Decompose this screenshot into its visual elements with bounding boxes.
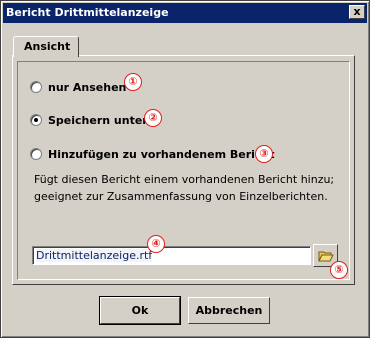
- option-hinzufuegen[interactable]: Hinzufügen zu vorhandenem Bericht: [30, 145, 275, 163]
- option-speichern-unter[interactable]: Speichern unter: [30, 111, 148, 129]
- marker-3: ③: [255, 145, 273, 163]
- title-bar[interactable]: Bericht Drittmittelanzeige x: [3, 3, 367, 23]
- option-label: Speichern unter: [48, 113, 148, 127]
- close-button[interactable]: x: [349, 5, 365, 19]
- radio-button[interactable]: [30, 148, 42, 160]
- option-label: nur Ansehen: [48, 80, 127, 94]
- file-name-value: Drittmittelanzeige.rtf: [36, 249, 153, 262]
- window-title: Bericht Drittmittelanzeige: [6, 6, 169, 19]
- marker-5: ⑤: [330, 261, 348, 279]
- file-name-input[interactable]: Drittmittelanzeige.rtf: [32, 246, 311, 265]
- ok-button[interactable]: Ok: [99, 296, 181, 325]
- radio-button[interactable]: [30, 81, 42, 93]
- option-label: Hinzufügen zu vorhandenem Bericht: [48, 147, 275, 161]
- folder-open-icon: [317, 251, 334, 261]
- option-nur-ansehen[interactable]: nur Ansehen: [30, 78, 126, 96]
- marker-2: ②: [144, 109, 162, 127]
- option-description: Fügt diesen Bericht einem vorhandenen Be…: [34, 173, 335, 203]
- cancel-button[interactable]: Abbrechen: [188, 297, 270, 324]
- marker-1: ①: [124, 73, 142, 91]
- marker-4: ④: [147, 235, 165, 253]
- radio-button-selected[interactable]: [30, 114, 42, 126]
- tab-ansicht[interactable]: Ansicht: [13, 36, 79, 57]
